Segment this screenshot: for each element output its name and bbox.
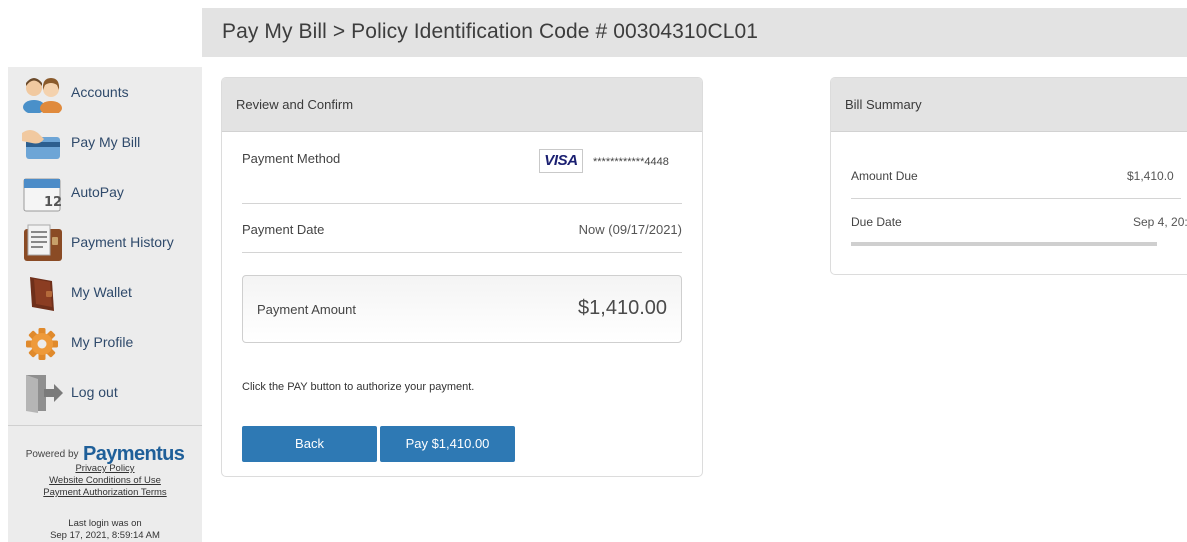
sidebar-item-accounts[interactable]: Accounts bbox=[20, 73, 200, 117]
sidebar-item-log-out[interactable]: Log out bbox=[20, 373, 200, 417]
amount-due-label: Amount Due bbox=[851, 169, 918, 183]
sidebar-item-label: My Profile bbox=[71, 334, 134, 350]
powered-by-label: Powered by bbox=[25, 449, 79, 460]
sidebar: Accounts Pay My Bill 12 AutoPay Payment … bbox=[8, 67, 202, 542]
sidebar-item-label: Accounts bbox=[71, 84, 129, 100]
payment-date-label: Payment Date bbox=[242, 222, 325, 237]
summary-footer-rule bbox=[851, 242, 1157, 246]
sidebar-divider bbox=[8, 425, 202, 426]
page-title: Pay My Bill > Policy Identification Code… bbox=[222, 20, 759, 43]
logout-door-icon bbox=[22, 373, 64, 413]
sidebar-item-label: AutoPay bbox=[71, 184, 124, 200]
sidebar-item-pay-my-bill[interactable]: Pay My Bill bbox=[20, 123, 200, 167]
review-card-title: Review and Confirm bbox=[236, 97, 354, 112]
sidebar-item-label: Log out bbox=[71, 384, 118, 400]
payment-date-value: Now (09/17/2021) bbox=[578, 222, 682, 237]
divider bbox=[242, 203, 682, 204]
payment-amount-value: $1,410.00 bbox=[578, 297, 667, 319]
sidebar-item-label: Payment History bbox=[71, 234, 174, 250]
review-confirm-card: Review and Confirm Payment Method VISA *… bbox=[221, 77, 703, 477]
calendar-icon: 12 bbox=[22, 173, 64, 213]
payment-amount-box: Payment Amount $1,410.00 bbox=[242, 275, 682, 343]
sidebar-item-label: Pay My Bill bbox=[71, 134, 141, 150]
sidebar-item-payment-history[interactable]: Payment History bbox=[20, 223, 200, 267]
privacy-policy-link[interactable]: Privacy Policy bbox=[8, 463, 202, 474]
sidebar-item-my-wallet[interactable]: My Wallet bbox=[20, 273, 200, 317]
calendar-day: 12 bbox=[44, 195, 62, 210]
payment-amount-label: Payment Amount bbox=[257, 302, 356, 317]
website-conditions-link[interactable]: Website Conditions of Use bbox=[8, 475, 202, 486]
pay-bill-card-icon bbox=[22, 123, 64, 163]
summary-card-header: Bill Summary bbox=[831, 78, 1187, 132]
sidebar-item-label: My Wallet bbox=[71, 284, 132, 300]
paymentus-logo: Paymentus bbox=[82, 443, 185, 465]
page-header: Pay My Bill > Policy Identification Code… bbox=[202, 8, 1187, 57]
review-card-header: Review and Confirm bbox=[222, 78, 702, 132]
payment-authorization-terms-link[interactable]: Payment Authorization Terms bbox=[8, 487, 202, 498]
last-login-label: Last login was on bbox=[68, 518, 142, 529]
pay-instruction-text: Click the PAY button to authorize your p… bbox=[242, 381, 475, 393]
back-button[interactable]: Back bbox=[242, 426, 377, 462]
amount-due-value: $1,410.0 bbox=[1127, 169, 1174, 183]
divider bbox=[851, 198, 1181, 199]
last-login-value: Sep 17, 2021, 8:59:14 AM bbox=[50, 530, 160, 541]
visa-card-icon: VISA bbox=[539, 149, 583, 173]
gear-icon bbox=[22, 323, 64, 363]
payment-method-label: Payment Method bbox=[242, 151, 341, 166]
summary-card-title: Bill Summary bbox=[845, 97, 922, 112]
due-date-label: Due Date bbox=[851, 215, 902, 229]
accounts-icon bbox=[22, 73, 64, 113]
bill-summary-card: Bill Summary Amount Due $1,410.0 Due Dat… bbox=[830, 77, 1187, 275]
divider bbox=[242, 252, 682, 253]
wallet-icon bbox=[22, 273, 64, 313]
due-date-value: Sep 4, 20: bbox=[1133, 215, 1187, 229]
payment-history-icon bbox=[22, 223, 64, 263]
sidebar-item-autopay[interactable]: 12 AutoPay bbox=[20, 173, 200, 217]
sidebar-item-my-profile[interactable]: My Profile bbox=[20, 323, 200, 367]
pay-button[interactable]: Pay $1,410.00 bbox=[380, 426, 515, 462]
card-number-masked: ************4448 bbox=[593, 156, 669, 168]
